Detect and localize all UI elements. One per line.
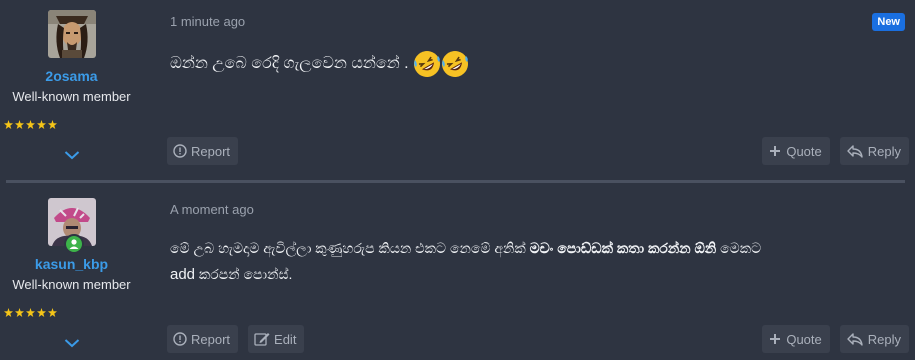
reply-label: Reply xyxy=(867,143,901,159)
post: kasun_kbp Well-known member A moment ago… xyxy=(0,186,915,360)
edit-icon xyxy=(254,332,270,346)
online-status-icon xyxy=(64,234,84,254)
post-timestamp[interactable]: 1 minute ago xyxy=(170,14,245,29)
rating-stars xyxy=(4,120,57,129)
report-button[interactable]: Report xyxy=(167,325,239,353)
message-text: මෙකට xyxy=(716,240,762,256)
reply-label: Reply xyxy=(867,331,901,347)
star-icon xyxy=(4,120,13,129)
quote-button[interactable]: Quote xyxy=(762,325,830,353)
user-title: Well-known member xyxy=(12,89,131,104)
star-icon xyxy=(26,308,35,317)
reply-icon xyxy=(846,332,864,346)
username-link[interactable]: 2osama xyxy=(0,68,143,84)
star-icon xyxy=(37,308,46,317)
message-text: මේ උබ හැමදාම ඇවිල්ලා කුණුහරුප කියන එකට න… xyxy=(170,240,530,256)
star-icon xyxy=(15,308,24,317)
message-text: කරපන් පොන්ස්. xyxy=(195,266,293,282)
message-body: මේ උබ හැමදාම ඇවිල්ලා කුණුහරුප කියන එකට න… xyxy=(170,235,910,288)
user-column: kasun_kbp Well-known member xyxy=(0,186,143,360)
star-icon xyxy=(48,308,57,317)
post-actions-right: Quote Reply xyxy=(762,137,909,165)
quote-button[interactable]: Quote xyxy=(762,137,830,165)
new-badge: New xyxy=(872,13,905,31)
star-icon xyxy=(15,120,24,129)
post: 2osama Well-known member 1 minute ago Ne… xyxy=(0,0,915,178)
post-timestamp[interactable]: A moment ago xyxy=(170,202,254,217)
message-text: ඔන්න උබෙ රෙදි ගැලවෙන යන්නේ . xyxy=(170,55,409,73)
message-bold-text: මචං පොඩ්ඩක් කතා කරන්න ඕනි xyxy=(529,240,717,256)
star-icon xyxy=(4,308,13,317)
message-text: add xyxy=(170,266,196,283)
post-actions-left: Report Edit xyxy=(167,325,305,353)
post-divider xyxy=(6,180,905,183)
star-icon xyxy=(26,120,35,129)
reply-icon xyxy=(846,144,864,158)
plus-icon xyxy=(768,332,782,346)
chevron-down-icon[interactable] xyxy=(64,338,80,348)
report-label: Report xyxy=(191,331,231,347)
username-link[interactable]: kasun_kbp xyxy=(0,256,143,272)
flag-icon xyxy=(173,332,187,346)
rating-stars xyxy=(4,308,57,317)
rofl-emoji-icon xyxy=(441,50,469,78)
chevron-down-icon[interactable] xyxy=(64,150,80,160)
report-label: Report xyxy=(191,143,231,159)
avatar[interactable] xyxy=(48,10,96,58)
plus-icon xyxy=(768,144,782,158)
reply-button[interactable]: Reply xyxy=(839,137,909,165)
post-actions-left: Report xyxy=(167,137,239,165)
user-title: Well-known member xyxy=(12,277,131,292)
user-column: 2osama Well-known member xyxy=(0,0,143,178)
star-icon xyxy=(48,120,57,129)
flag-icon xyxy=(173,144,187,158)
quote-label: Quote xyxy=(786,143,822,159)
edit-label: Edit xyxy=(274,331,297,347)
report-button[interactable]: Report xyxy=(167,137,239,165)
edit-button[interactable]: Edit xyxy=(248,325,305,353)
post-actions-right: Quote Reply xyxy=(762,325,909,353)
rofl-emoji-icon xyxy=(413,50,441,78)
message-body: ඔන්න උබෙ රෙදි ගැලවෙන යන්නේ . xyxy=(170,50,910,78)
quote-label: Quote xyxy=(786,331,822,347)
star-icon xyxy=(37,120,46,129)
reply-button[interactable]: Reply xyxy=(839,325,909,353)
